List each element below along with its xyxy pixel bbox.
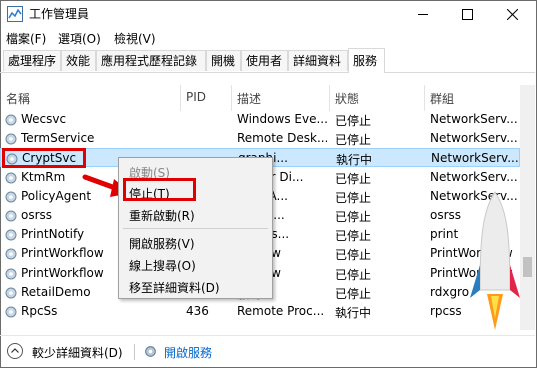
rocket-decoration-icon — [470, 191, 520, 330]
menu-file[interactable]: 檔案(F) — [6, 30, 46, 47]
column-divider[interactable] — [180, 85, 181, 111]
column-name[interactable]: 名稱 — [6, 90, 30, 107]
service-status: 已停止 — [335, 210, 372, 224]
service-status: 已停止 — [335, 267, 372, 282]
menu-bar: 檔案(F) 選項(O) 檢視(V) — [0, 28, 535, 48]
footer-bar: 較少詳細資料(D) 開啟服務 — [0, 335, 535, 367]
service-description: Remote Desk... — [237, 131, 327, 146]
close-icon — [507, 8, 518, 20]
service-name: TermService — [21, 131, 95, 146]
service-status: 執行中 — [335, 306, 372, 320]
column-header: 名稱 PID 描述 狀態 群組 — [0, 85, 520, 111]
service-name: RpcSs — [21, 304, 58, 318]
service-group: NetworkServ... — [430, 169, 518, 184]
service-description: Windows Eve... — [237, 112, 327, 126]
service-gear-icon — [4, 305, 18, 319]
menu-separator — [123, 228, 268, 229]
menu-item-open-services[interactable]: 開啟服務(V) — [129, 235, 195, 252]
column-description[interactable]: 描述 — [237, 90, 261, 107]
service-status: 已停止 — [335, 171, 372, 186]
tab-startup[interactable]: 開機 — [206, 50, 241, 71]
tab-services[interactable]: 服務 — [348, 48, 385, 73]
service-gear-icon — [4, 113, 18, 127]
service-gear-icon — [4, 228, 18, 242]
service-status: 已停止 — [335, 229, 372, 244]
column-status[interactable]: 狀態 — [335, 90, 359, 107]
chevron-up-icon — [11, 348, 19, 353]
service-status: 已停止 — [335, 286, 372, 301]
vertical-scrollbar[interactable] — [520, 85, 535, 330]
tab-bar: 處理程序 效能 應用程式歷程記錄 開機 使用者 詳細資料 服務 — [0, 48, 535, 73]
service-status: 執行中 — [336, 153, 373, 168]
service-pid: 436 — [186, 304, 209, 318]
menu-item-search-online[interactable]: 線上搜尋(O) — [129, 257, 196, 274]
minimize-button[interactable] — [400, 0, 445, 28]
menu-options[interactable]: 選項(O) — [58, 30, 101, 47]
services-gear-icon — [145, 346, 156, 357]
stop-highlight-box — [123, 178, 196, 201]
tab-details[interactable]: 詳細資料 — [288, 50, 348, 71]
service-status: 已停止 — [335, 114, 372, 128]
cryptsvc-highlight-box — [2, 148, 86, 168]
service-group: NetworkServ... — [430, 131, 518, 146]
service-status: 已停止 — [335, 190, 372, 205]
window-title: 工作管理員 — [29, 7, 90, 21]
title-bar: 工作管理員 — [0, 0, 535, 28]
tab-app-history[interactable]: 應用程式歷程記錄 — [96, 50, 206, 71]
tab-performance[interactable]: 效能 — [61, 50, 96, 71]
menu-item-restart[interactable]: 重新啟動(R) — [129, 207, 195, 224]
service-status: 已停止 — [335, 133, 372, 148]
menu-item-go-to-details[interactable]: 移至詳細資料(D) — [129, 279, 220, 296]
service-name: Wecsvc — [21, 112, 67, 126]
service-row[interactable]: RpcSs 436 Remote Proc... 執行中 rpcss — [0, 302, 520, 321]
column-pid[interactable]: PID — [186, 90, 206, 104]
tab-users[interactable]: 使用者 — [241, 50, 288, 71]
column-divider[interactable] — [329, 85, 330, 111]
service-gear-icon — [4, 209, 18, 223]
service-gear-icon — [4, 132, 18, 146]
tab-processes[interactable]: 處理程序 — [3, 50, 61, 71]
service-gear-icon — [4, 171, 18, 185]
service-gear-icon — [4, 286, 18, 300]
menu-view[interactable]: 檢視(V) — [114, 30, 156, 47]
service-gear-icon — [4, 267, 18, 281]
service-description: Remote Proc... — [237, 304, 325, 318]
column-divider[interactable] — [424, 85, 425, 111]
service-row[interactable]: TermService Remote Desk... 已停止 NetworkServ.… — [0, 129, 520, 148]
maximize-icon — [462, 8, 473, 20]
service-gear-icon — [4, 247, 18, 261]
column-group[interactable]: 群組 — [430, 90, 454, 107]
service-group: NetworkServ... — [430, 112, 518, 126]
service-row[interactable]: Wecsvc Windows Eve... 已停止 NetworkServ... — [0, 110, 520, 129]
minimize-icon — [417, 13, 428, 15]
service-gear-icon — [4, 190, 18, 204]
service-status: 已停止 — [335, 248, 372, 263]
footer-divider — [134, 344, 135, 360]
service-group: NetworkServ... — [431, 151, 519, 166]
fewer-details-link[interactable]: 較少詳細資料(D) — [32, 344, 123, 361]
task-manager-app-icon — [7, 6, 23, 22]
open-services-link[interactable]: 開啟服務 — [164, 344, 212, 361]
maximize-button[interactable] — [445, 0, 490, 28]
column-divider[interactable] — [231, 85, 232, 111]
scrollbar-thumb[interactable] — [523, 257, 532, 277]
close-button[interactable] — [490, 0, 535, 28]
collapse-details-button[interactable] — [7, 343, 23, 359]
